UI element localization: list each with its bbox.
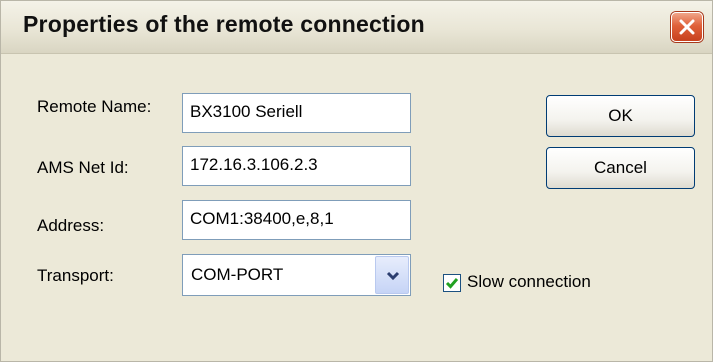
- transport-value: COM-PORT: [191, 265, 284, 284]
- cancel-button[interactable]: Cancel: [546, 147, 695, 189]
- dialog-body: Remote Name: BX3100 Seriell AMS Net Id: …: [1, 54, 712, 361]
- title-bar[interactable]: Properties of the remote connection: [1, 1, 712, 54]
- check-icon: [445, 278, 459, 289]
- address-field[interactable]: COM1:38400,e,8,1: [182, 200, 411, 240]
- slow-connection-checkbox[interactable]: [443, 274, 461, 292]
- close-icon: [679, 19, 695, 35]
- address-label: Address:: [37, 216, 105, 235]
- ams-net-id-label: AMS Net Id:: [37, 158, 129, 177]
- chevron-down-icon: [386, 271, 400, 281]
- dialog-title: Properties of the remote connection: [23, 11, 425, 37]
- remote-name-label: Remote Name:: [37, 97, 152, 116]
- ams-net-id-field[interactable]: 172.16.3.106.2.3: [182, 146, 411, 186]
- remote-name-field[interactable]: BX3100 Seriell: [182, 93, 411, 133]
- transport-label: Transport:: [37, 266, 114, 285]
- transport-dropdown[interactable]: COM-PORT: [182, 254, 411, 296]
- dropdown-arrow-button[interactable]: [375, 256, 409, 294]
- dialog-window: Properties of the remote connection Remo…: [0, 0, 713, 362]
- close-button[interactable]: [671, 12, 703, 42]
- ok-button[interactable]: OK: [546, 95, 695, 137]
- slow-connection-label[interactable]: Slow connection: [467, 272, 591, 292]
